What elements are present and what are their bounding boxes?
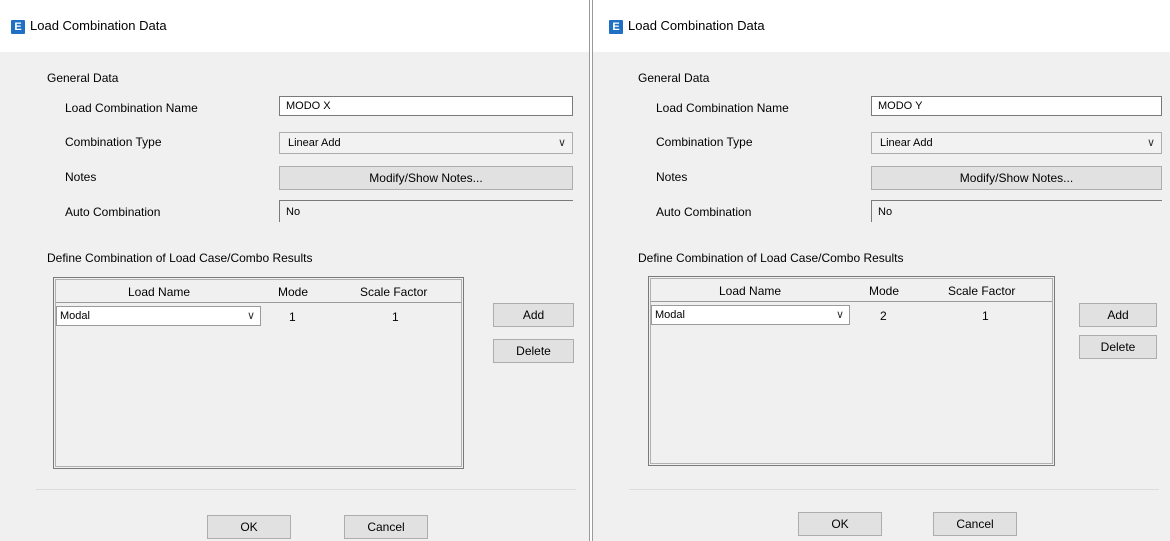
footer-divider [36,489,576,490]
general-data-label: General Data [638,71,710,85]
load-combination-name-label: Load Combination Name [656,101,789,115]
auto-combination-label: Auto Combination [65,205,161,219]
combination-type-value: Linear Add [880,137,933,149]
load-name-select[interactable]: Modal ∨ [651,305,850,325]
scale-factor-cell[interactable]: 1 [982,309,989,323]
grid-header-separator [651,301,1052,302]
dialog-title: Load Combination Data [30,18,167,33]
combination-type-select[interactable]: Linear Add ∨ [279,132,573,154]
load-combination-name-input[interactable]: MODO X [279,96,573,116]
modify-show-notes-button[interactable]: Modify/Show Notes... [279,166,573,190]
add-button[interactable]: Add [493,303,574,327]
grid-header-separator [56,302,461,303]
grid-header-mode: Mode [869,284,900,298]
delete-button[interactable]: Delete [493,339,574,363]
auto-combination-value: No [279,200,573,222]
modify-show-notes-button[interactable]: Modify/Show Notes... [871,166,1162,190]
combination-type-value: Linear Add [288,137,341,149]
define-combination-label: Define Combination of Load Case/Combo Re… [47,251,313,265]
load-combination-name-input[interactable]: MODO Y [871,96,1162,116]
scale-factor-cell[interactable]: 1 [392,310,399,324]
load-name-select[interactable]: Modal ∨ [56,306,261,326]
load-combination-dialog-x: E Load Combination Data General Data Loa… [0,0,590,541]
define-combination-label: Define Combination of Load Case/Combo Re… [638,251,904,265]
chevron-down-icon: ∨ [835,309,844,321]
dialog-footer: OK Cancel [593,491,1170,541]
ok-button[interactable]: OK [798,512,882,536]
general-data-label: General Data [47,71,119,85]
combination-grid[interactable]: Load Name Mode Scale Factor Modal ∨ 2 1 [648,276,1055,466]
combination-type-select[interactable]: Linear Add ∨ [871,132,1162,154]
chevron-down-icon: ∨ [557,137,566,149]
ok-button[interactable]: OK [207,515,291,539]
delete-button[interactable]: Delete [1079,335,1157,359]
dialog-footer: OK Cancel [0,497,589,541]
mode-cell[interactable]: 1 [289,310,296,324]
cancel-button[interactable]: Cancel [933,512,1017,536]
notes-label: Notes [656,170,688,184]
grid-header-scale-factor: Scale Factor [948,284,1016,298]
auto-combination-label: Auto Combination [656,205,752,219]
grid-header-scale-factor: Scale Factor [360,285,428,299]
title-bar: E Load Combination Data [593,0,1170,52]
mode-cell[interactable]: 2 [880,309,887,323]
chevron-down-icon: ∨ [246,310,255,322]
load-combination-name-label: Load Combination Name [65,101,198,115]
notes-label: Notes [65,170,97,184]
grid-header-load-name: Load Name [128,285,191,299]
etabs-app-icon: E [11,20,25,34]
combination-grid[interactable]: Load Name Mode Scale Factor Modal ∨ 1 1 [53,277,464,469]
load-combination-dialog-y: E Load Combination Data General Data Loa… [592,0,1170,541]
footer-divider [629,489,1159,490]
load-name-value: Modal [60,310,90,322]
grid-header-mode: Mode [278,285,309,299]
combination-type-label: Combination Type [656,135,753,149]
load-name-value: Modal [655,309,685,321]
dialog-title: Load Combination Data [628,18,765,33]
cancel-button[interactable]: Cancel [344,515,428,539]
etabs-app-icon: E [609,20,623,34]
chevron-down-icon: ∨ [1146,137,1155,149]
auto-combination-value: No [871,200,1162,222]
grid-header-load-name: Load Name [719,284,782,298]
title-bar: E Load Combination Data [0,0,589,52]
add-button[interactable]: Add [1079,303,1157,327]
combination-type-label: Combination Type [65,135,162,149]
